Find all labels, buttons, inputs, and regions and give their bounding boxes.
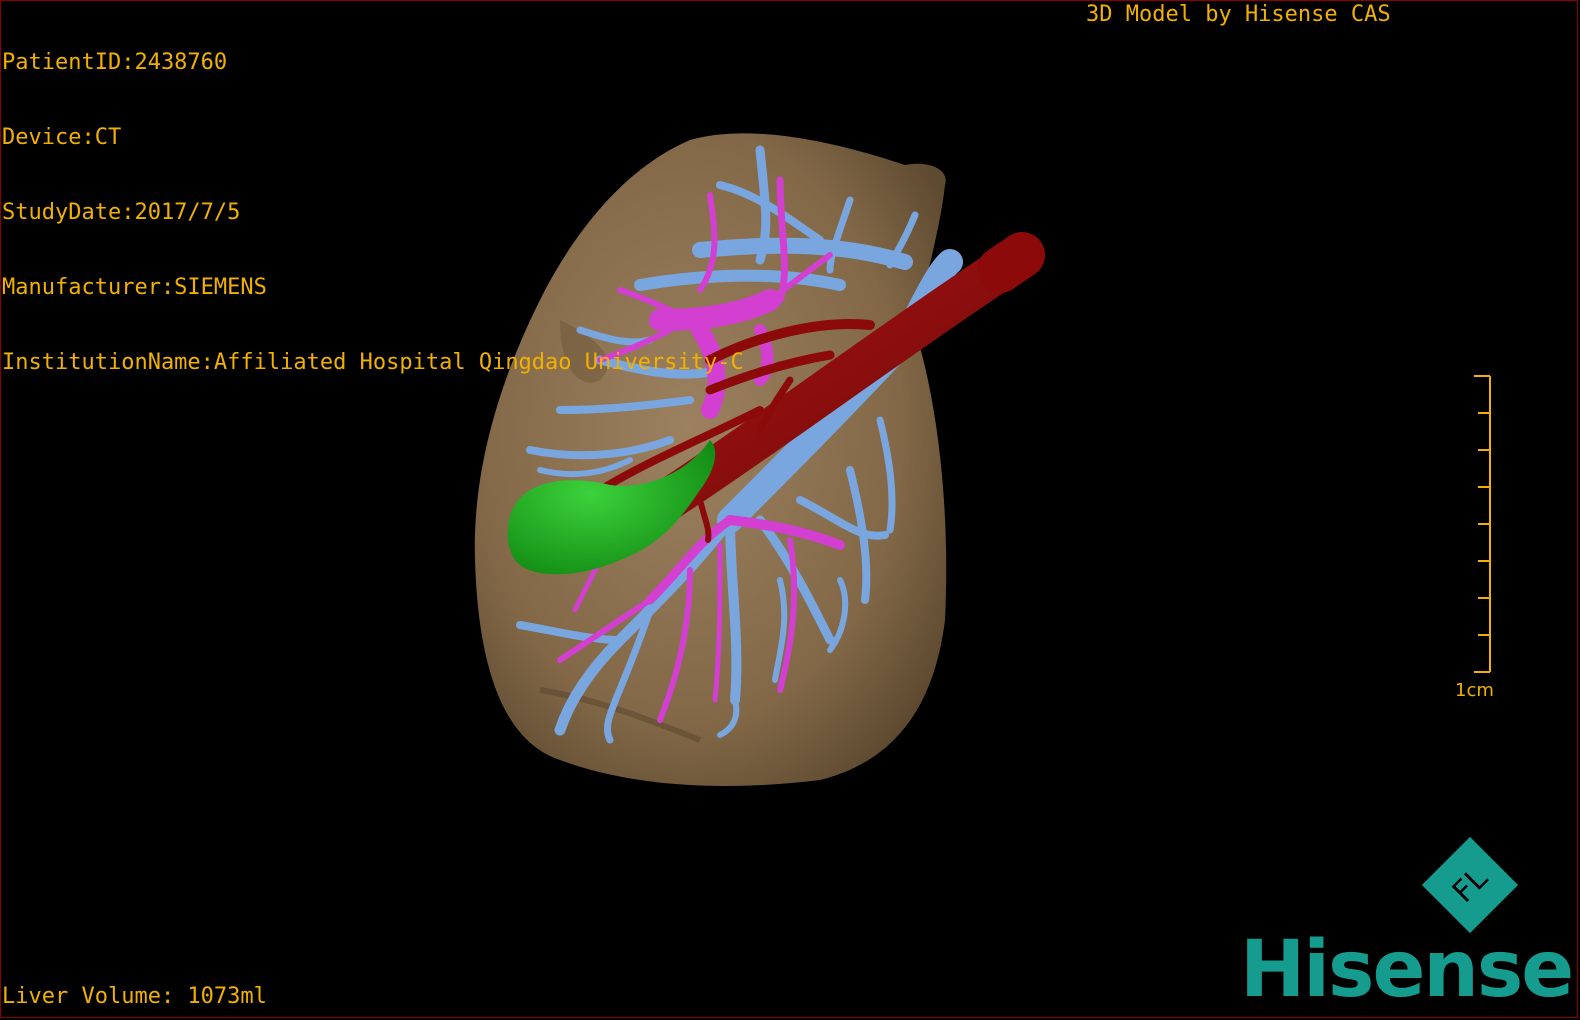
- hisense-logo-text: Hisense: [1240, 925, 1574, 1015]
- hisense-logo-mark: FL: [1421, 836, 1519, 934]
